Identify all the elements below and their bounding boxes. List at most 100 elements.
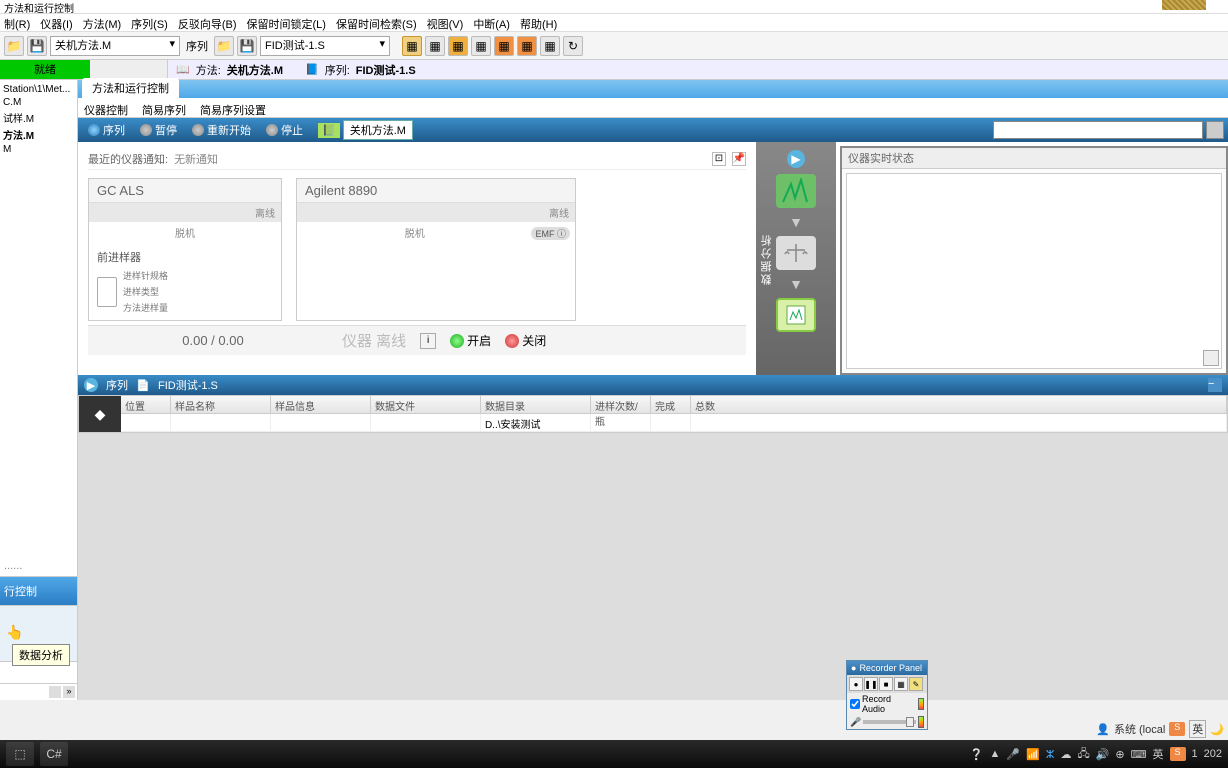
tray-vol-icon[interactable]: 🔊: [1096, 748, 1110, 761]
toolbar-seq-folder-icon[interactable]: 📁: [214, 36, 234, 56]
flow-start-icon[interactable]: ▶: [787, 150, 805, 168]
notif-expand-icon[interactable]: ⊡: [712, 152, 726, 166]
flow-peak-icon[interactable]: [776, 174, 816, 208]
td-total[interactable]: [691, 414, 1227, 431]
th-samplename[interactable]: 样品名称: [171, 396, 271, 413]
volume-slider[interactable]: [863, 720, 916, 724]
tray-kb-icon[interactable]: ⌨: [1131, 748, 1147, 761]
th-sampleinfo[interactable]: 样品信息: [271, 396, 371, 413]
td-injections[interactable]: [591, 414, 651, 431]
td-samplename[interactable]: [171, 414, 271, 431]
power-on-button[interactable]: 开启: [450, 332, 491, 349]
row-handle[interactable]: ◆: [79, 396, 121, 432]
subtab-easyseq[interactable]: 简易序列: [142, 100, 186, 115]
seq-play-icon[interactable]: ▶: [84, 378, 98, 392]
search-input[interactable]: [993, 121, 1203, 139]
td-done[interactable]: [651, 414, 691, 431]
nav-run-control[interactable]: 行控制: [0, 576, 77, 605]
method-dropdown[interactable]: 关机方法.M▾: [50, 36, 180, 56]
tray-up-icon[interactable]: ▲: [989, 748, 1000, 760]
ime-lang[interactable]: 英: [1189, 720, 1206, 738]
rec-record-button[interactable]: ●: [849, 677, 863, 691]
toolbar-action1-icon[interactable]: ▦: [402, 36, 422, 56]
menu-sequence[interactable]: 序列(S): [131, 16, 168, 29]
tray-lang[interactable]: 英: [1153, 746, 1164, 762]
tray-globe-icon[interactable]: ⊕: [1115, 748, 1124, 761]
seq-minimize-icon[interactable]: −: [1208, 378, 1222, 392]
emf-badge[interactable]: EMF ⓘ: [531, 227, 570, 240]
nav-chevron-icon[interactable]: »: [63, 686, 75, 698]
toolbar-folder-icon[interactable]: 📁: [4, 36, 24, 56]
menu-method[interactable]: 方法(M): [83, 16, 122, 29]
toolbar-action2-icon[interactable]: ▦: [425, 36, 445, 56]
tray-ime-icon[interactable]: S: [1170, 747, 1186, 761]
notif-pin-icon[interactable]: 📌: [732, 152, 746, 166]
toolbar-action4-icon[interactable]: ▦: [471, 36, 491, 56]
info-icon[interactable]: i: [420, 333, 436, 349]
tray-mic-icon[interactable]: 🎤: [1006, 748, 1020, 761]
nav-data-analysis[interactable]: 👆 数据分析: [0, 605, 77, 661]
toolbar-save-icon[interactable]: 💾: [27, 36, 47, 56]
th-injections[interactable]: 进样次数/瓶: [591, 396, 651, 413]
flow-balance-icon[interactable]: [776, 236, 816, 270]
toolbar-action8-icon[interactable]: ↻: [563, 36, 583, 56]
th-datafile[interactable]: 数据文件: [371, 396, 481, 413]
th-done[interactable]: 完成: [651, 396, 691, 413]
task-app-2[interactable]: C#: [40, 742, 68, 766]
toolbar-action5-icon[interactable]: ▦: [494, 36, 514, 56]
action-stop[interactable]: 停止: [260, 120, 309, 140]
menu-control[interactable]: 制(R): [4, 16, 30, 29]
rec-pause-button[interactable]: ❚❚: [864, 677, 878, 691]
tray-net-icon[interactable]: 🖧: [1077, 745, 1089, 764]
ime-icon[interactable]: S: [1169, 722, 1185, 736]
action-restart[interactable]: 重新开始: [186, 120, 257, 140]
tree-item-0[interactable]: C.M: [3, 96, 74, 109]
menu-rtsearch[interactable]: 保留时间检索(S): [336, 16, 417, 29]
tree-item-3[interactable]: M: [3, 143, 74, 156]
rtstatus-scroll-icon[interactable]: [1203, 350, 1219, 366]
card-agilent-8890[interactable]: Agilent 8890 离线 脱机 EMF ⓘ: [296, 178, 576, 321]
tray-cloud-icon[interactable]: ☁: [1060, 748, 1071, 761]
ime-moon-icon[interactable]: 🌙: [1210, 723, 1224, 736]
tray-bt-icon[interactable]: ⵣ: [1046, 748, 1055, 761]
flow-report-icon[interactable]: [776, 298, 816, 332]
subtab-easyseq-setup[interactable]: 简易序列设置: [200, 100, 266, 115]
action-pause[interactable]: 暂停: [134, 120, 183, 140]
action-sequence[interactable]: 序列: [82, 120, 131, 140]
rec-edit-button[interactable]: ✎: [909, 677, 923, 691]
record-audio-checkbox[interactable]: [850, 699, 860, 709]
toolbar-action7-icon[interactable]: ▦: [540, 36, 560, 56]
rec-stop-button[interactable]: ■: [879, 677, 893, 691]
recorder-panel[interactable]: ● Recorder Panel ● ❚❚ ■ ▦ ✎ Record Audio…: [846, 660, 928, 730]
rec-settings-button[interactable]: ▦: [894, 677, 908, 691]
menu-abort[interactable]: 中断(A): [473, 16, 510, 29]
td-datadir[interactable]: D..\安装测试: [481, 414, 591, 431]
toolbar-seq-save-icon[interactable]: 💾: [237, 36, 257, 56]
card-gc-als[interactable]: GC ALS 离线 脱机 前进样器 进样针规格 进样类型 方法进样量: [88, 178, 282, 321]
toolbar-action6-icon[interactable]: ▦: [517, 36, 537, 56]
subtab-instrument[interactable]: 仪器控制: [84, 100, 128, 115]
th-position[interactable]: 位置: [121, 396, 171, 413]
slider-thumb[interactable]: [906, 717, 914, 727]
menu-help[interactable]: 帮助(H): [520, 16, 557, 29]
task-app-1[interactable]: ⬚: [6, 742, 34, 766]
menu-wizard[interactable]: 反驳向导(B): [178, 16, 237, 29]
search-button[interactable]: [1206, 121, 1224, 139]
tray-time[interactable]: 1: [1192, 748, 1198, 760]
td-datafile[interactable]: [371, 414, 481, 431]
tray-help-icon[interactable]: ❔: [970, 748, 984, 761]
tree-item-2[interactable]: 方法.M: [3, 126, 74, 143]
table-row[interactable]: D..\安装测试: [121, 414, 1227, 432]
th-datadir[interactable]: 数据目录: [481, 396, 591, 413]
menu-rtlock[interactable]: 保留时间锁定(L): [247, 16, 326, 29]
th-total[interactable]: 总数: [691, 396, 1227, 413]
tray-date[interactable]: 202: [1204, 748, 1222, 760]
toolbar-action3-icon[interactable]: ▦: [448, 36, 468, 56]
recorder-title-bar[interactable]: ● Recorder Panel: [847, 661, 927, 675]
power-off-button[interactable]: 关闭: [505, 332, 546, 349]
sequence-dropdown[interactable]: FID测试-1.S▾: [260, 36, 390, 56]
tab-method-run[interactable]: 方法和运行控制: [82, 78, 179, 98]
tree-header[interactable]: Station\1\Met...: [3, 83, 74, 96]
td-position[interactable]: [121, 414, 171, 431]
tray-eq-icon[interactable]: 📶: [1026, 748, 1040, 761]
